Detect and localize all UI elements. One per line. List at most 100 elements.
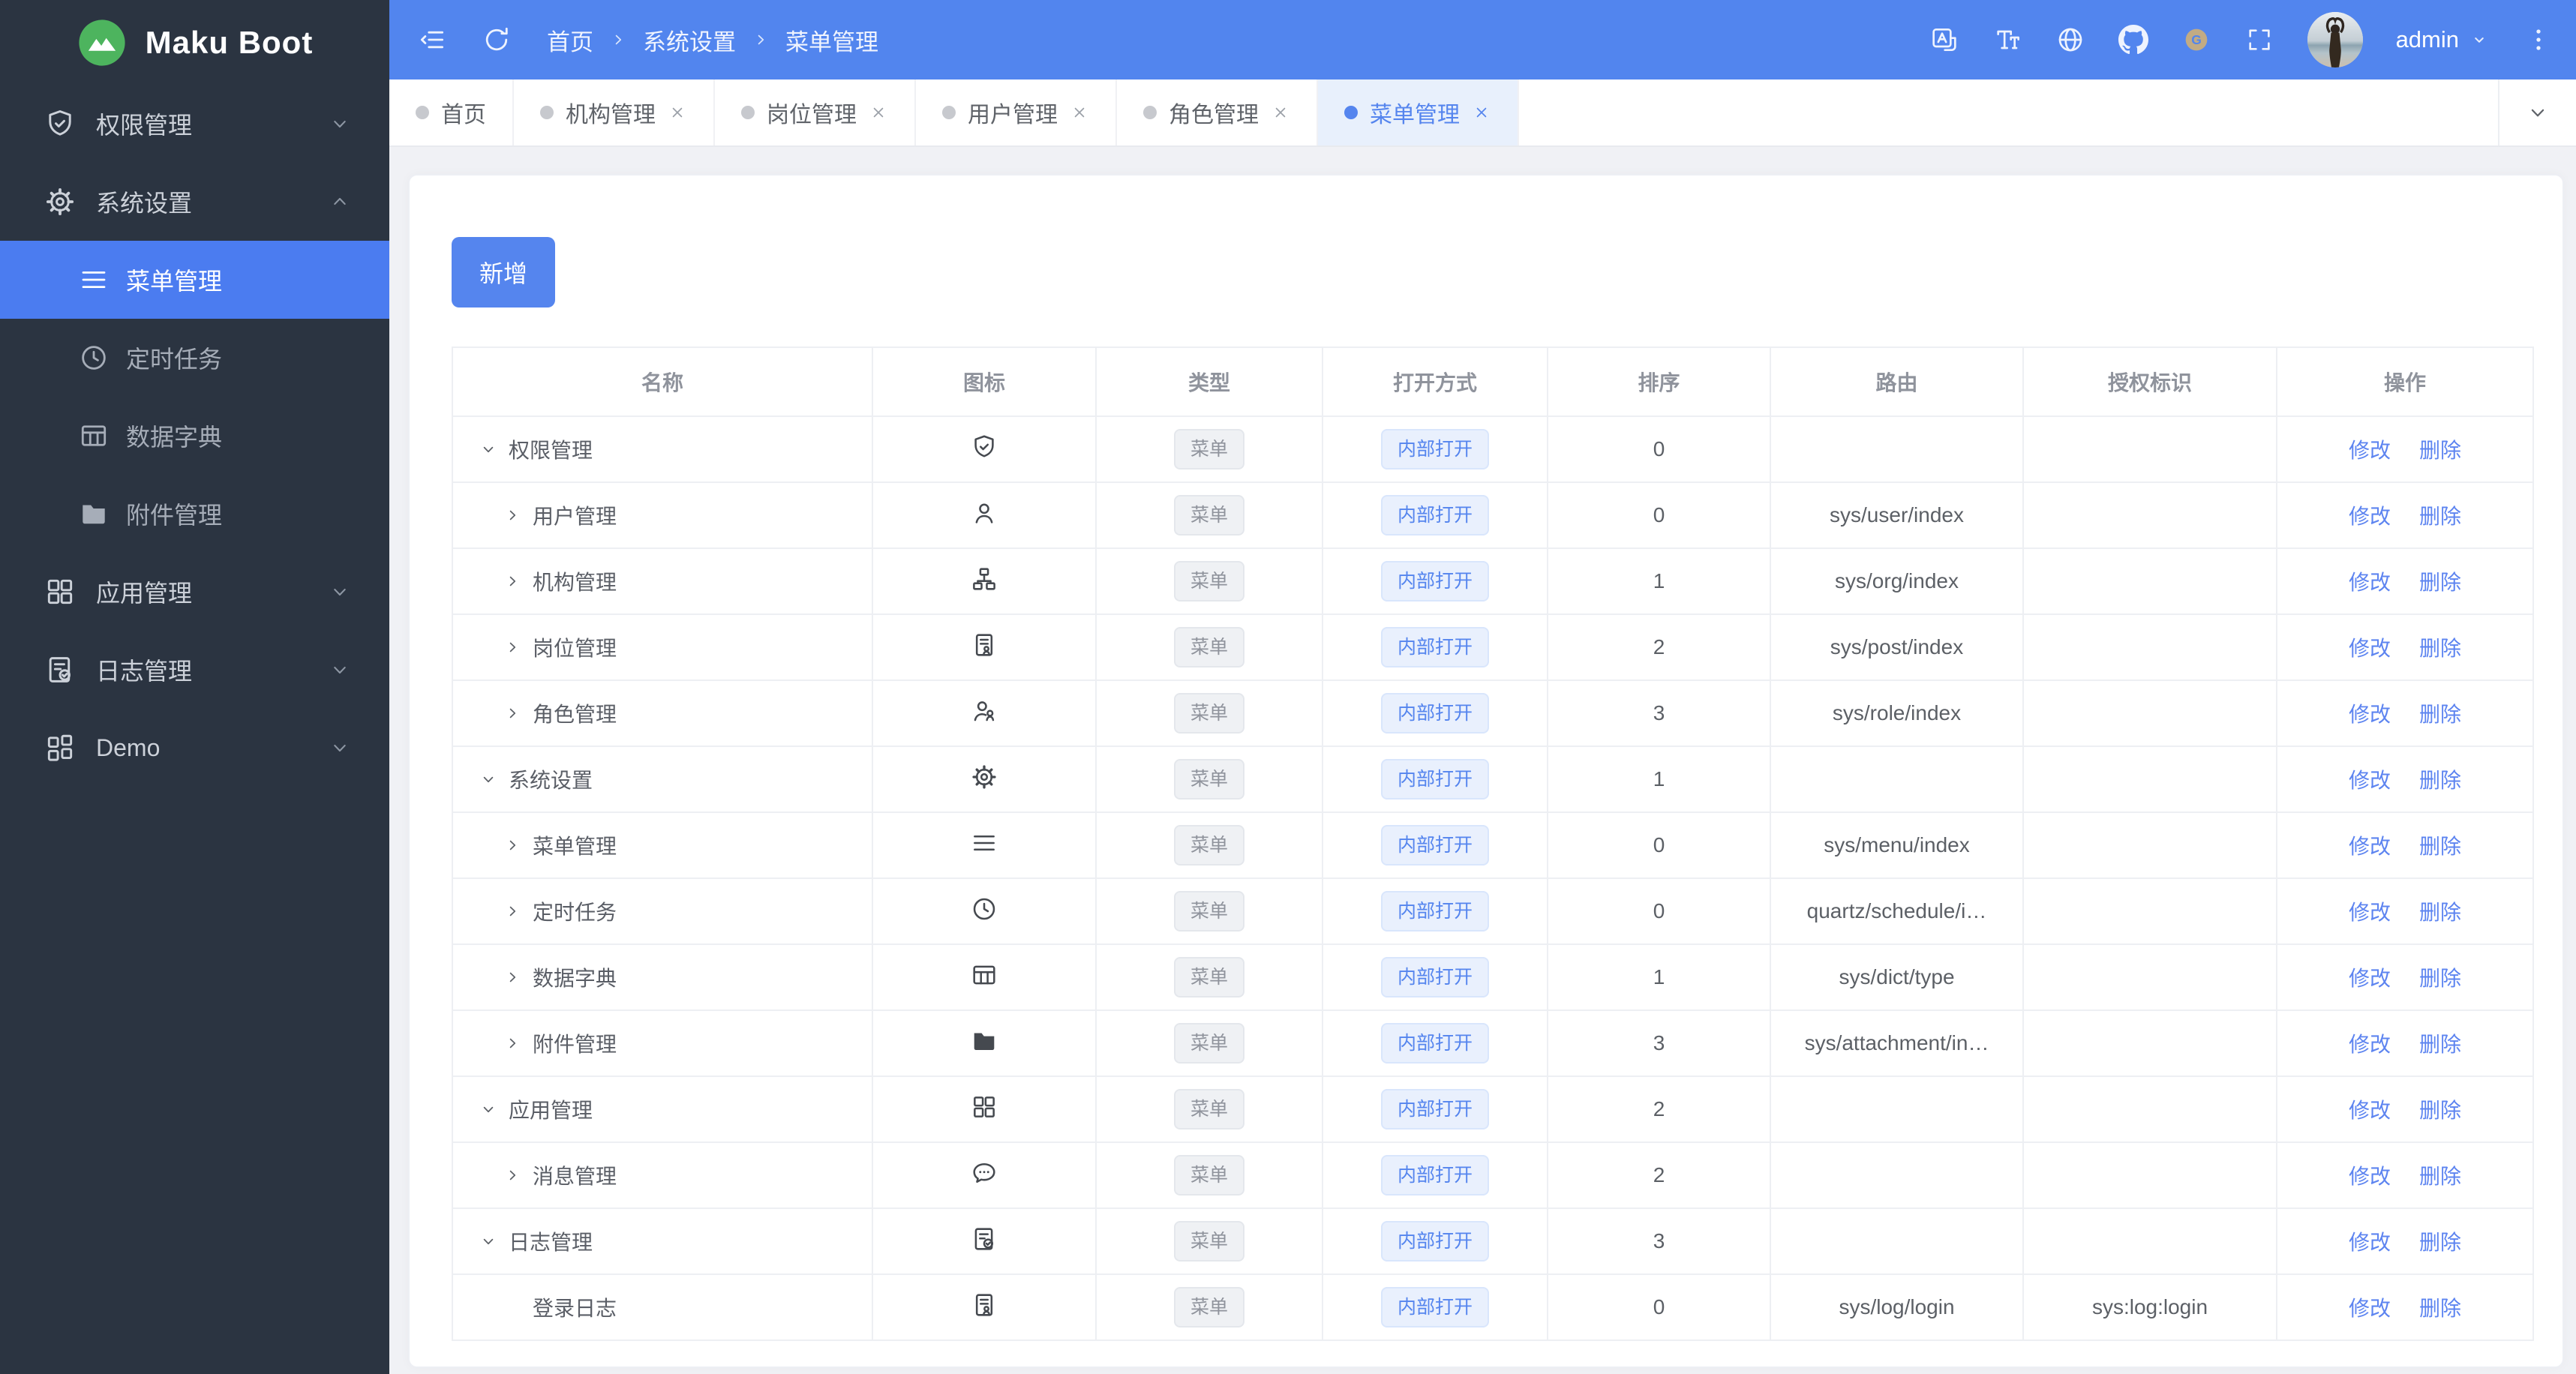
chevron-right-icon[interactable] (503, 902, 522, 921)
sidebar-submenu-system: 菜单管理 定时任务 数据字典 附件管理 (0, 241, 389, 553)
type-tag: 菜单 (1173, 1155, 1244, 1196)
delete-link[interactable]: 删除 (2419, 769, 2461, 792)
globe-button[interactable] (2055, 25, 2085, 55)
delete-link[interactable]: 删除 (2419, 835, 2461, 858)
edit-link[interactable]: 修改 (2349, 637, 2391, 660)
translate-button[interactable] (1929, 25, 1959, 55)
sidebar-item-schedule[interactable]: 定时任务 (0, 319, 389, 397)
sidebar-item-log[interactable]: 日志管理 (0, 631, 389, 709)
tab-label: 机构管理 (566, 103, 656, 128)
menu-fold-button[interactable] (416, 24, 448, 56)
github-button[interactable] (2118, 25, 2148, 55)
chevron-right-icon[interactable] (503, 704, 522, 723)
sidebar-item-app[interactable]: 应用管理 (0, 553, 389, 631)
tab-label: 岗位管理 (767, 103, 857, 128)
delete-link[interactable]: 删除 (2419, 571, 2461, 594)
edit-link[interactable]: 修改 (2349, 1033, 2391, 1056)
edit-link[interactable]: 修改 (2349, 967, 2391, 990)
delete-link[interactable]: 删除 (2419, 637, 2461, 660)
delete-link[interactable]: 删除 (2419, 901, 2461, 924)
sidebar-item-dict[interactable]: 数据字典 (0, 397, 389, 475)
delete-link[interactable]: 删除 (2419, 1297, 2461, 1320)
sidebar-item-attachment[interactable]: 附件管理 (0, 475, 389, 553)
chevron-right-icon[interactable] (503, 1034, 522, 1053)
table-row: 登录日志 菜单 内部打开 0 sys/log/login sys:log:login 修改 删… (452, 1274, 2534, 1341)
sidebar-item-permission[interactable]: 权限管理 (0, 85, 389, 163)
tab-role[interactable]: 角色管理 (1117, 80, 1318, 146)
actions-cell: 修改 删除 (2276, 1274, 2534, 1341)
name-cell: 机构管理 (453, 566, 872, 596)
chevron-right-icon[interactable] (503, 506, 522, 525)
edit-link[interactable]: 修改 (2349, 703, 2391, 726)
delete-link[interactable]: 删除 (2419, 967, 2461, 990)
tab-org[interactable]: 机构管理 (514, 80, 715, 146)
delete-link[interactable]: 删除 (2419, 1231, 2461, 1254)
edit-link[interactable]: 修改 (2349, 571, 2391, 594)
sidebar-item-menu[interactable]: 菜单管理 (0, 241, 389, 319)
delete-link[interactable]: 删除 (2419, 1033, 2461, 1056)
open-mode-tag: 内部打开 (1380, 759, 1489, 800)
delete-link[interactable]: 删除 (2419, 1165, 2461, 1188)
tab-home[interactable]: 首页 (389, 80, 514, 146)
tab-list-dropdown-button[interactable] (2498, 80, 2576, 146)
edit-link[interactable]: 修改 (2349, 439, 2391, 462)
table-row: 数据字典 菜单 内部打开 1 sys/dict/type 修改 删除 (452, 944, 2534, 1011)
edit-link[interactable]: 修改 (2349, 835, 2391, 858)
sidebar-item-system[interactable]: 系统设置 (0, 163, 389, 241)
edit-link[interactable]: 修改 (2349, 1099, 2391, 1122)
chevron-right-icon[interactable] (503, 836, 522, 855)
tab-user[interactable]: 用户管理 (916, 80, 1117, 146)
sort-cell: 3 (1547, 1208, 1771, 1275)
gitee-button[interactable]: G (2181, 25, 2211, 55)
font-size-button[interactable] (1992, 25, 2022, 55)
delete-link[interactable]: 删除 (2419, 505, 2461, 528)
sort-cell: 1 (1547, 746, 1771, 813)
chevron-up-icon (328, 190, 352, 214)
close-icon[interactable] (1271, 103, 1290, 122)
menu-name: 系统设置 (509, 769, 593, 792)
delete-link[interactable]: 删除 (2419, 703, 2461, 726)
menu-fold-icon (416, 24, 448, 56)
chevron-down-icon[interactable] (479, 1100, 498, 1119)
close-icon[interactable] (1070, 103, 1089, 122)
more-menu-button[interactable] (2523, 25, 2553, 55)
fullscreen-icon (2244, 25, 2274, 55)
permission-cell (2022, 878, 2277, 945)
user-menu[interactable]: admin (2396, 26, 2490, 53)
edit-link[interactable]: 修改 (2349, 1231, 2391, 1254)
delete-link[interactable]: 删除 (2419, 1099, 2461, 1122)
edit-link[interactable]: 修改 (2349, 901, 2391, 924)
chevron-right-icon (608, 30, 628, 50)
menu-name: 消息管理 (533, 1165, 617, 1188)
tab-menu[interactable]: 菜单管理 (1318, 80, 1519, 146)
edit-link[interactable]: 修改 (2349, 1297, 2391, 1320)
edit-link[interactable]: 修改 (2349, 1165, 2391, 1188)
edit-link[interactable]: 修改 (2349, 505, 2391, 528)
delete-link[interactable]: 删除 (2419, 439, 2461, 462)
chevron-right-icon[interactable] (503, 638, 522, 657)
tab-post[interactable]: 岗位管理 (715, 80, 916, 146)
close-icon[interactable] (668, 103, 687, 122)
chevron-down-icon[interactable] (479, 770, 498, 789)
content-card: 新增 名称 图标 类型 打开方式 排序 路由 授权标识 操作 权限管理 菜单 内部打开 0 修改 删除用… (408, 174, 2564, 1368)
avatar[interactable] (2307, 12, 2363, 68)
close-icon[interactable] (869, 103, 888, 122)
breadcrumb-item[interactable]: 首页 (547, 23, 593, 57)
actions-cell: 修改 删除 (2276, 614, 2534, 681)
add-button[interactable]: 新增 (452, 237, 555, 308)
chevron-right-icon[interactable] (503, 968, 522, 987)
chevron-right-icon[interactable] (503, 572, 522, 591)
edit-link[interactable]: 修改 (2349, 769, 2391, 792)
close-icon[interactable] (1472, 103, 1491, 122)
chevron-down-icon[interactable] (479, 440, 498, 459)
user-icon (970, 499, 998, 527)
actions-cell: 修改 删除 (2276, 482, 2534, 549)
breadcrumb-item[interactable]: 系统设置 (643, 23, 736, 57)
chevron-right-icon[interactable] (503, 1166, 522, 1185)
chevron-right-icon (751, 30, 770, 50)
name-cell: 岗位管理 (453, 632, 872, 662)
refresh-button[interactable] (481, 24, 512, 56)
fullscreen-button[interactable] (2244, 25, 2274, 55)
chevron-down-icon[interactable] (479, 1232, 498, 1251)
sidebar-item-demo[interactable]: Demo (0, 709, 389, 787)
